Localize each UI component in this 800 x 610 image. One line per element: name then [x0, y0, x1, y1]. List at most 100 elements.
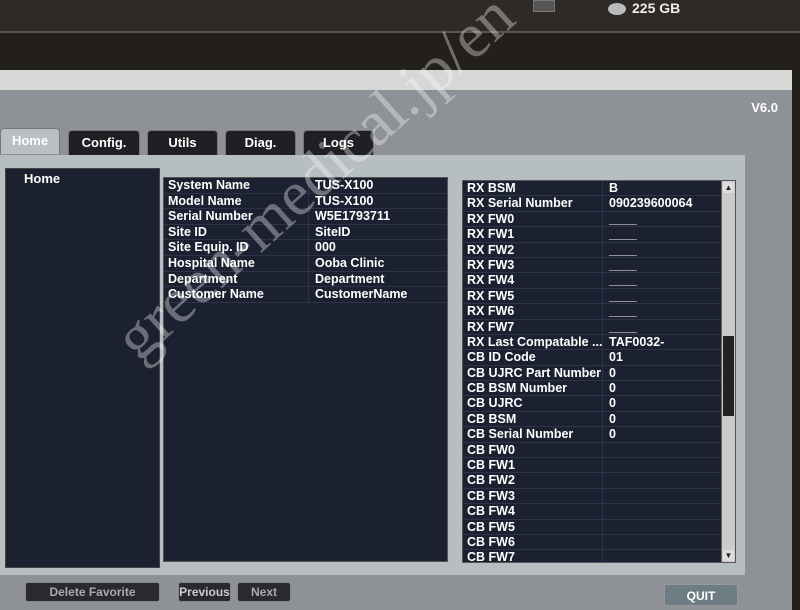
- service-panel: V6.0 Home Config. Utils Diag. Logs Home …: [0, 70, 792, 610]
- row-value: [603, 443, 609, 457]
- row-value: ____: [609, 257, 637, 272]
- row-label: CB BSM Number: [463, 381, 603, 396]
- disk-status: 225 GB: [608, 0, 680, 16]
- tab-home[interactable]: Home: [0, 128, 60, 154]
- row-value: [603, 550, 609, 562]
- row-label: RX FW5: [463, 288, 603, 304]
- table-row: CB ID Code 01: [463, 350, 735, 366]
- row-value: ____: [609, 273, 637, 288]
- table-row: CB FW2: [463, 473, 735, 489]
- row-label: CB FW5: [463, 519, 603, 534]
- previous-button[interactable]: Previous: [178, 582, 231, 602]
- system-status-bar: 225 GB: [0, 0, 800, 33]
- row-value: [603, 473, 609, 487]
- row-label: Site ID: [164, 224, 309, 240]
- table-row: Customer Name CustomerName: [164, 287, 447, 303]
- row-value: 090239600064: [609, 196, 693, 211]
- row-value: ____: [609, 242, 637, 257]
- row-value: 0: [609, 396, 616, 411]
- row-value: SiteID: [315, 224, 351, 239]
- table-row: CB UJRC 0: [463, 396, 735, 412]
- table-row: RX FW5 ____: [463, 288, 735, 305]
- row-label: Department: [164, 271, 309, 287]
- row-label: CB FW7: [463, 550, 603, 562]
- table-row: RX FW2 ____: [463, 242, 735, 258]
- row-value: [603, 504, 609, 518]
- disk-free: 225 GB: [632, 0, 681, 16]
- row-value: [603, 489, 609, 503]
- table-row: RX FW7 ____: [463, 319, 735, 335]
- scroll-up-icon[interactable]: ▲: [723, 182, 734, 193]
- tab-logs[interactable]: Logs: [303, 130, 374, 156]
- row-label: RX FW1: [463, 227, 603, 242]
- row-label: RX FW6: [463, 304, 603, 319]
- tab-content: Home System Name TUS-X100 Model Name TUS-X1…: [0, 155, 745, 575]
- row-label: RX Last Compatable ...: [463, 334, 603, 350]
- panel-title-strip: [0, 70, 792, 90]
- delete-favorite-button[interactable]: Delete Favorite: [25, 582, 160, 602]
- row-label: Hospital Name: [164, 255, 309, 271]
- row-value: [603, 458, 609, 472]
- table-row: Site ID SiteID: [164, 224, 447, 241]
- tab-utils[interactable]: Utils: [147, 130, 218, 156]
- row-value: ____: [609, 211, 637, 226]
- row-value: TAF0032-: [609, 334, 665, 349]
- row-value: W5E1793711: [315, 209, 391, 224]
- table-row: CB FW5: [463, 519, 735, 535]
- tab-config[interactable]: Config.: [68, 130, 140, 156]
- row-label: CB FW1: [463, 458, 603, 473]
- row-label: CB BSM: [463, 411, 603, 427]
- scroll-thumb[interactable]: [723, 336, 734, 416]
- disk-icon: [608, 3, 626, 16]
- row-label: System Name: [164, 178, 309, 193]
- table-row: RX FW6 ____: [463, 304, 735, 320]
- version-label: V6.0: [751, 100, 778, 115]
- row-label: Serial Number: [164, 209, 309, 224]
- table-row: CB FW0: [463, 442, 735, 459]
- row-label: CB FW2: [463, 473, 603, 488]
- row-value: CustomerName: [315, 287, 408, 302]
- row-label: RX FW2: [463, 242, 603, 257]
- table-row: CB FW6: [463, 534, 735, 551]
- row-value: 0: [609, 411, 616, 426]
- row-label: RX BSM: [463, 181, 603, 196]
- row-label: CB FW3: [463, 488, 603, 504]
- table-row: RX FW3 ____: [463, 257, 735, 274]
- table-row: CB UJRC Part Number 0: [463, 365, 735, 382]
- quit-button[interactable]: QUIT: [664, 584, 738, 606]
- table-row: RX FW4 ____: [463, 273, 735, 289]
- scrollbar[interactable]: ▲ ▼: [721, 181, 735, 562]
- favorites-list[interactable]: Home: [5, 168, 160, 568]
- row-value: 0: [609, 427, 616, 442]
- system-info-table: System Name TUS-X100 Model Name TUS-X100 Ser…: [163, 177, 448, 562]
- table-row: Model Name TUS-X100: [164, 193, 447, 210]
- row-label: CB UJRC: [463, 396, 603, 411]
- row-value: 01: [609, 350, 623, 365]
- row-label: RX Serial Number: [463, 196, 603, 211]
- table-row: System Name TUS-X100: [164, 178, 447, 194]
- row-label: CB Serial Number: [463, 427, 603, 442]
- printer-icon: [533, 0, 555, 12]
- table-row: RX Serial Number 090239600064: [463, 196, 735, 212]
- table-row: Hospital Name Ooba Clinic: [164, 255, 447, 272]
- row-value: [603, 520, 609, 534]
- table-row: CB FW3: [463, 488, 735, 505]
- row-label: Site Equip. ID: [164, 240, 309, 255]
- tab-diag[interactable]: Diag.: [225, 130, 296, 156]
- scroll-down-icon[interactable]: ▼: [723, 550, 734, 561]
- row-label: CB UJRC Part Number: [463, 365, 603, 381]
- next-button[interactable]: Next: [237, 582, 291, 602]
- row-label: CB FW0: [463, 442, 603, 458]
- row-value: ____: [609, 227, 637, 242]
- row-value: 0: [609, 365, 616, 380]
- table-row: RX Last Compatable ... TAF0032-: [463, 334, 735, 351]
- table-row: RX FW1 ____: [463, 227, 735, 243]
- table-row: CB FW4: [463, 504, 735, 520]
- row-value: 000: [315, 240, 336, 255]
- row-label: RX FW3: [463, 257, 603, 273]
- table-row: Site Equip. ID 000: [164, 240, 447, 256]
- list-item-home[interactable]: Home: [6, 169, 159, 188]
- table-row: CB FW1: [463, 458, 735, 474]
- row-value: B: [609, 181, 619, 195]
- row-value: TUS-X100: [315, 193, 374, 208]
